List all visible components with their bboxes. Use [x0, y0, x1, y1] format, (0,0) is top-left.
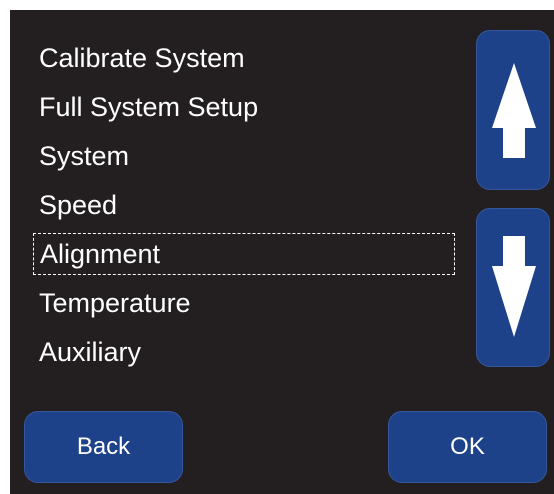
- scroll-down-button[interactable]: [476, 208, 550, 367]
- back-button[interactable]: Back: [24, 411, 183, 483]
- scroll-up-button[interactable]: [476, 30, 550, 190]
- menu-screen: Calibrate System Full System Setup Syste…: [10, 10, 554, 494]
- menu-item-auxiliary[interactable]: Auxiliary: [39, 329, 459, 375]
- ok-button[interactable]: OK: [388, 411, 547, 483]
- menu-item-temperature[interactable]: Temperature: [39, 280, 459, 326]
- menu-item-alignment[interactable]: Alignment: [33, 233, 455, 275]
- arrow-up-icon: [492, 63, 536, 158]
- menu-item-calibrate-system[interactable]: Calibrate System: [39, 35, 459, 81]
- menu-item-system[interactable]: System: [39, 133, 459, 179]
- arrow-down-icon: [492, 236, 536, 337]
- menu-item-speed[interactable]: Speed: [39, 182, 459, 228]
- menu-item-full-system-setup[interactable]: Full System Setup: [39, 84, 459, 130]
